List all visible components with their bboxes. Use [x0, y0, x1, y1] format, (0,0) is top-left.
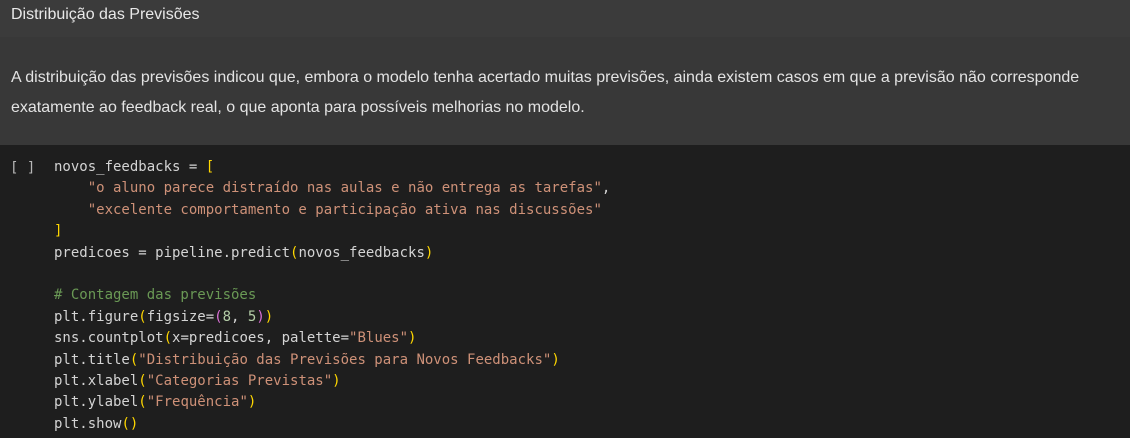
- code-string: "Categorias Previstas": [146, 372, 333, 389]
- code-string: "Distribuição das Previsões para Novos F…: [138, 351, 552, 368]
- code-token: figsize=: [146, 308, 215, 325]
- code-bracket: ): [264, 308, 274, 325]
- code-token: plt.figure: [54, 308, 139, 325]
- code-editor[interactable]: novos_feedbacks = [ "o aluno parece dist…: [54, 157, 610, 435]
- code-token: predicoes = pipeline.predict: [54, 244, 291, 261]
- code-bracket: (: [138, 394, 147, 411]
- code-bracket: ): [256, 308, 265, 325]
- code-line-empty: [54, 264, 610, 285]
- code-line: ]: [54, 221, 610, 242]
- code-line: plt.ylabel("Frequência"): [54, 392, 610, 413]
- code-bracket: (: [138, 308, 147, 325]
- code-bracket: (: [121, 415, 130, 432]
- code-bracket: ): [408, 330, 417, 347]
- code-line: plt.show(): [54, 414, 610, 435]
- code-line: plt.xlabel("Categorias Previstas"): [54, 371, 610, 392]
- code-token: ,: [601, 180, 611, 197]
- code-string: "Frequência": [146, 394, 248, 411]
- code-line: predicoes = pipeline.predict(novos_feedb…: [54, 243, 610, 264]
- notebook: Distribuição das Previsões A distribuiçã…: [0, 0, 1130, 438]
- markdown-cell[interactable]: Distribuição das Previsões A distribuiçã…: [0, 0, 1130, 145]
- code-token: x=predicoes, palette=: [172, 330, 350, 347]
- code-line: plt.figure(figsize=(8, 5)): [54, 307, 610, 328]
- code-token: plt.xlabel: [54, 372, 139, 389]
- code-token: plt.title: [54, 351, 130, 368]
- code-line: novos_feedbacks = [: [54, 157, 610, 178]
- code-token: plt.show: [54, 415, 122, 432]
- code-token: plt.ylabel: [54, 394, 139, 411]
- code-token: sns.countplot: [54, 330, 164, 347]
- code-token: novos_feedbacks: [54, 159, 181, 175]
- code-cell[interactable]: [ ] novos_feedbacks = [ "o aluno parece …: [0, 145, 1130, 438]
- code-number: 8: [222, 308, 232, 325]
- code-bracket: (: [138, 372, 147, 389]
- code-comment: # Contagem das previsões: [54, 287, 257, 304]
- code-bracket: [: [205, 159, 215, 175]
- section-heading: Distribuição das Previsões: [11, 6, 200, 23]
- code-bracket: (: [214, 308, 223, 325]
- code-string: "excelente comportamento e participação …: [87, 201, 602, 218]
- code-bracket: (: [163, 330, 173, 347]
- code-bracket: ): [129, 415, 139, 432]
- code-line: "excelente comportamento e participação …: [54, 200, 610, 221]
- markdown-paragraph: A distribuição das previsões indicou que…: [11, 69, 1080, 116]
- code-line: sns.countplot(x=predicoes, palette="Blue…: [54, 328, 610, 349]
- code-token: =: [180, 159, 206, 175]
- code-line: "o aluno parece distraído nas aulas e nã…: [54, 178, 611, 199]
- code-line: plt.title("Distribuição das Previsões pa…: [54, 350, 610, 371]
- code-bracket: ]: [54, 223, 63, 240]
- code-token: ,: [231, 308, 248, 325]
- code-bracket: ): [332, 372, 341, 389]
- code-string: "Blues": [349, 330, 409, 347]
- code-bracket: ): [551, 351, 560, 368]
- run-cell-button[interactable]: [ ]: [10, 160, 35, 176]
- code-bracket: ): [424, 244, 434, 261]
- code-token: novos_feedbacks: [298, 244, 425, 261]
- code-line: # Contagem das previsões: [54, 285, 610, 306]
- code-bracket: ): [247, 394, 257, 411]
- code-string: "o aluno parece distraído nas aulas e nã…: [87, 180, 602, 197]
